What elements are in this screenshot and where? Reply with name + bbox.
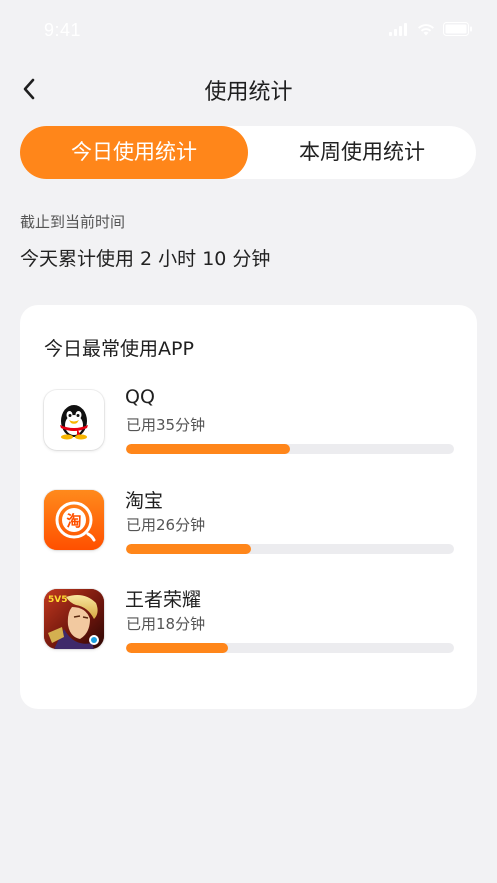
svg-text:淘: 淘	[65, 512, 81, 530]
status-time: 9:41	[44, 20, 82, 40]
app-name: 淘宝	[125, 490, 164, 512]
summary-caption: 截止到当前时间	[20, 213, 126, 231]
svg-text:5V5: 5V5	[48, 595, 68, 605]
tab-week-stats[interactable]: 本周使用统计	[248, 126, 476, 179]
app-row-qq[interactable]: QQ 已用35分钟	[20, 386, 477, 470]
honor-of-kings-icon: 5V5	[44, 589, 104, 649]
summary-total-usage: 今天累计使用 2 小时 10 分钟	[20, 248, 271, 270]
stats-period-tabs: 今日使用统计 本周使用统计	[20, 126, 476, 179]
taobao-icon: 淘	[44, 490, 104, 550]
wifi-icon	[418, 23, 434, 35]
card-title: 今日最常使用APP	[44, 338, 194, 360]
app-row-honor-of-kings[interactable]: 5V5 王者荣耀 已用18分钟	[20, 589, 477, 669]
page-title: 使用统计	[204, 80, 293, 105]
top-apps-card: 今日最常使用APP QQ 已用35分钟 淘 淘宝 已用26分钟 5V5 王者荣耀…	[20, 305, 477, 709]
usage-progress-fill	[126, 544, 251, 554]
usage-progress-bar	[126, 444, 454, 454]
app-name: 王者荣耀	[125, 589, 202, 611]
usage-progress-fill	[126, 643, 228, 653]
status-bar: 9:41	[0, 0, 497, 62]
tab-today-stats[interactable]: 今日使用统计	[20, 126, 248, 179]
status-indicators	[389, 22, 473, 36]
usage-progress-bar	[126, 544, 454, 554]
usage-progress-fill	[126, 444, 290, 454]
app-row-taobao[interactable]: 淘 淘宝 已用26分钟	[20, 490, 477, 570]
app-usage-text: 已用35分钟	[126, 416, 206, 434]
qq-penguin-icon	[44, 390, 104, 450]
navigation-bar: 使用统计	[0, 62, 497, 116]
signal-icon	[389, 22, 407, 36]
app-usage-text: 已用26分钟	[126, 516, 206, 534]
battery-icon	[443, 22, 472, 36]
app-usage-text: 已用18分钟	[126, 615, 206, 633]
usage-progress-bar	[126, 643, 454, 653]
app-name: QQ	[125, 386, 155, 408]
